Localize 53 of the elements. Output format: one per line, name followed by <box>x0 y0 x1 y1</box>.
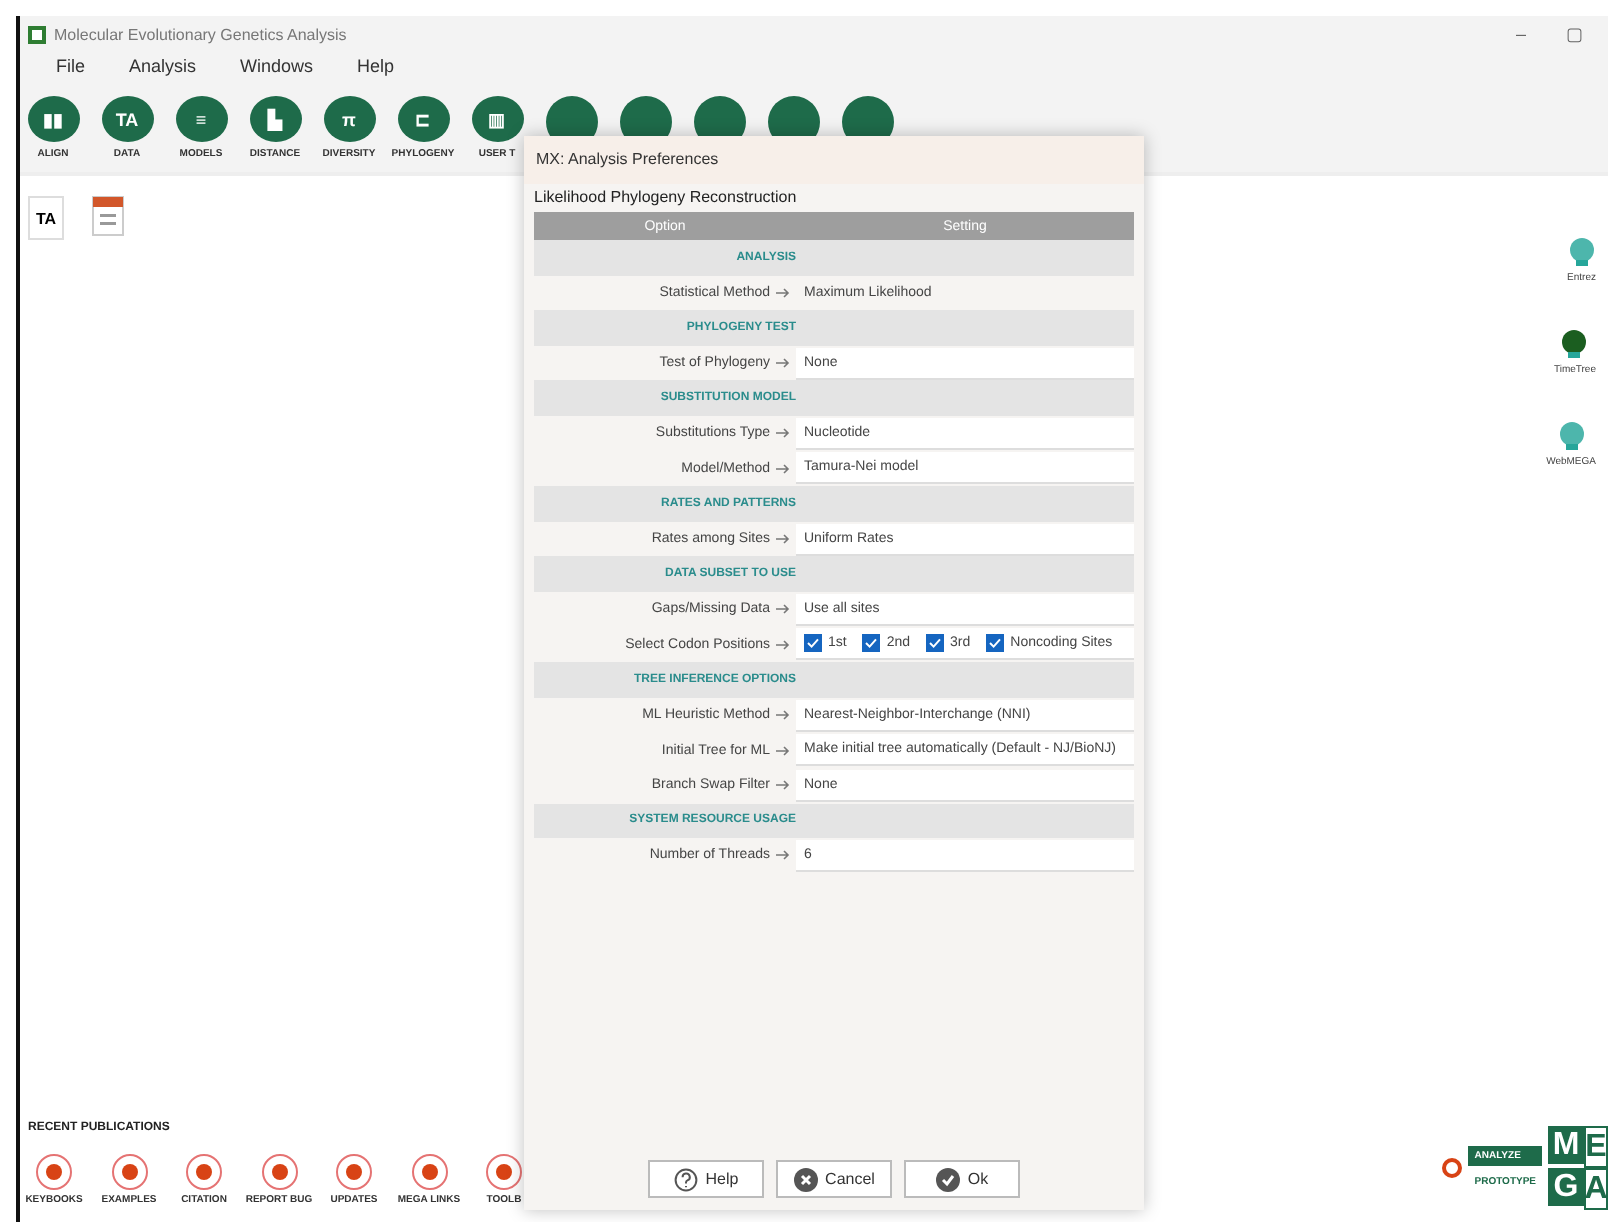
data-file-icon[interactable]: TA <box>28 196 64 240</box>
publication-icon[interactable] <box>486 1154 522 1190</box>
document-icon[interactable] <box>92 196 124 236</box>
logo-letter: E <box>1584 1126 1608 1168</box>
menu-item[interactable]: Help <box>349 56 403 76</box>
toolbar-icon[interactable]: ≡ <box>175 96 227 142</box>
cancel-icon <box>793 1167 818 1191</box>
publication-icon[interactable] <box>261 1154 297 1190</box>
window-control-button[interactable]: ▢ <box>1550 24 1600 44</box>
toolbar-icon[interactable]: TA <box>101 96 153 142</box>
window-title: Molecular Evolutionary Genetics Analysis <box>54 25 347 43</box>
ok-button[interactable]: Ok <box>904 1160 1020 1198</box>
toolbar-icon[interactable]: ⊏ <box>397 96 449 142</box>
check-icon <box>935 1167 960 1191</box>
arrow-icon <box>776 780 790 791</box>
arrow-icon <box>776 604 790 615</box>
window-control-button[interactable]: – <box>1499 24 1542 44</box>
publication-icon[interactable] <box>186 1154 222 1190</box>
arrow-icon <box>776 463 790 474</box>
link-icon[interactable] <box>1560 328 1589 360</box>
checkbox[interactable] <box>862 634 881 653</box>
checkbox[interactable] <box>926 634 945 653</box>
cancel-button[interactable]: Cancel <box>776 1160 892 1198</box>
logo-letter: G <box>1548 1168 1584 1206</box>
menu-item[interactable]: Analysis <box>121 56 205 76</box>
toolbar-icon[interactable]: π <box>323 96 375 142</box>
dialog-title: MX: Analysis Preferences <box>524 136 1144 184</box>
toolbar-icon[interactable]: ▥ <box>471 96 523 142</box>
publication-icon[interactable] <box>336 1154 372 1190</box>
toolbar-icon[interactable]: ▮▮ <box>27 96 79 142</box>
arrow-icon <box>776 850 790 861</box>
target-icon <box>1442 1158 1463 1178</box>
publication-icon[interactable] <box>111 1154 147 1190</box>
help-button[interactable]: Help <box>648 1160 764 1198</box>
menu-item[interactable]: Windows <box>232 56 322 76</box>
publication-icon[interactable] <box>36 1154 72 1190</box>
arrow-icon <box>776 358 790 369</box>
dialog-subtitle: Likelihood Phylogeny Reconstruction <box>534 188 799 206</box>
arrow-icon <box>776 710 790 721</box>
logo-letter: M <box>1548 1126 1584 1164</box>
arrow-icon <box>776 287 790 298</box>
arrow-icon <box>776 534 790 545</box>
publication-icon[interactable] <box>411 1154 447 1190</box>
logo-letter: A <box>1584 1168 1608 1210</box>
checkbox[interactable] <box>986 634 1005 653</box>
checkbox[interactable] <box>804 634 822 653</box>
arrow-icon <box>776 428 790 439</box>
help-icon <box>673 1167 698 1191</box>
menu-item[interactable]: File <box>48 56 94 76</box>
arrow-icon <box>776 639 790 650</box>
app-logo-icon <box>28 25 46 43</box>
arrow-icon <box>776 745 790 756</box>
toolbar-icon[interactable]: ▙ <box>249 96 301 142</box>
